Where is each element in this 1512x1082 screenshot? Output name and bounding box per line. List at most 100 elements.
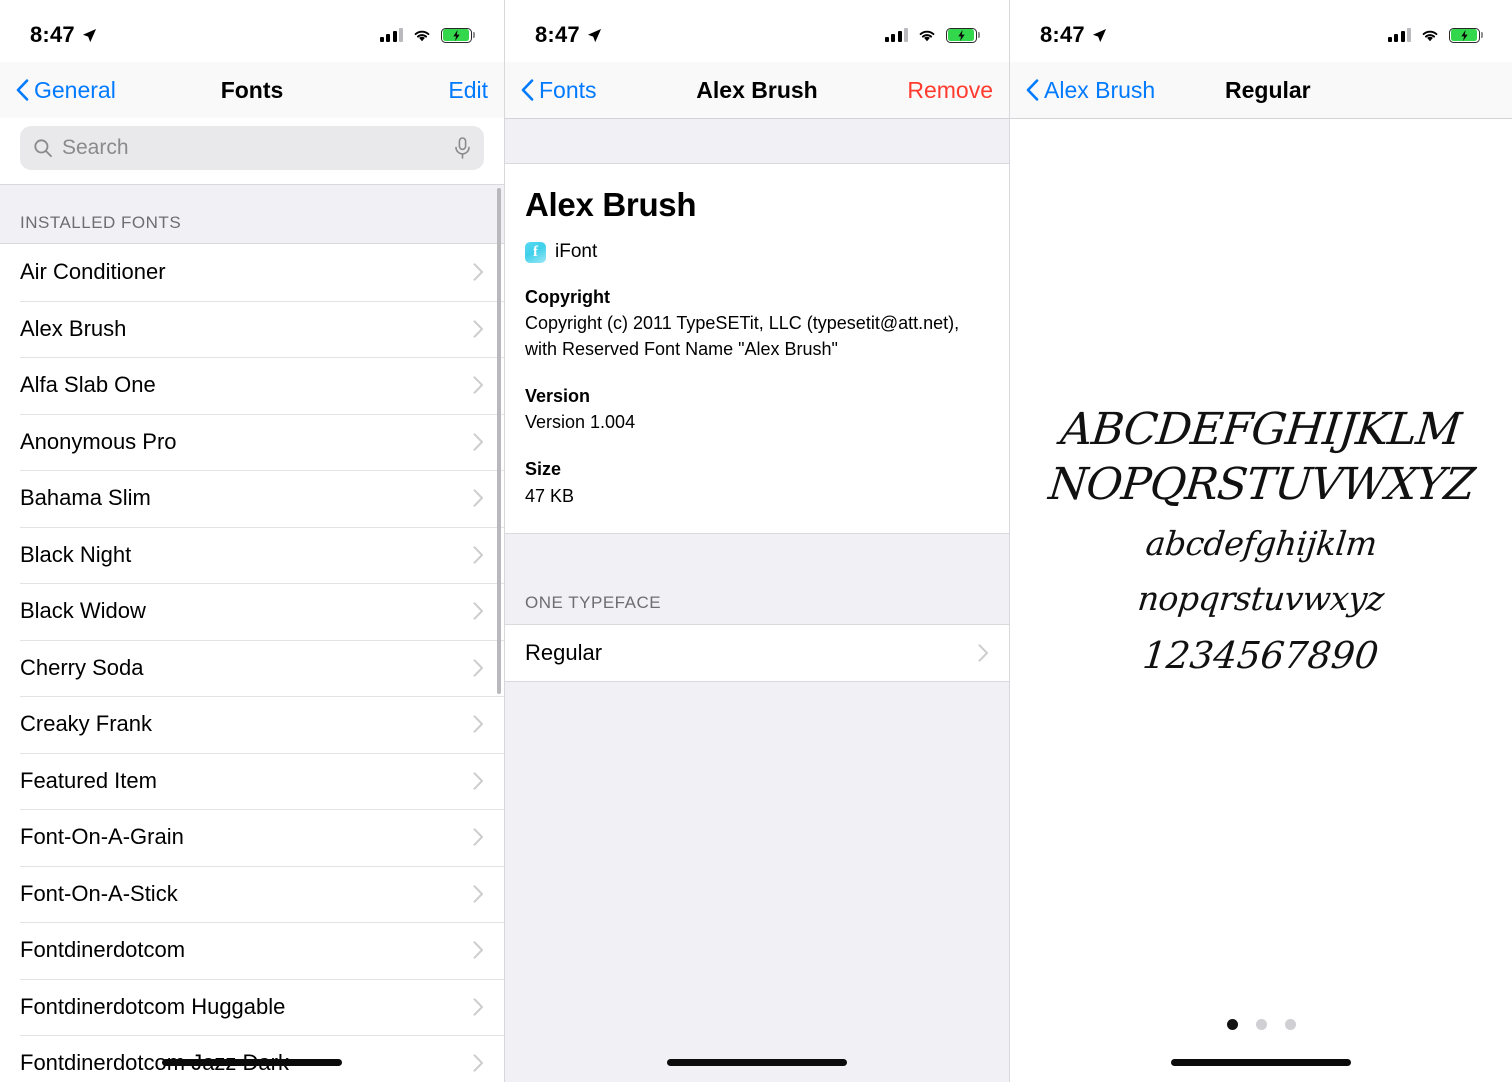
back-button-fonts[interactable]: Fonts — [521, 77, 597, 104]
back-button-general[interactable]: General — [16, 77, 116, 104]
chevron-right-icon — [473, 998, 483, 1016]
font-row-label: Alex Brush — [20, 315, 127, 341]
page-indicator-dots[interactable] — [1010, 1019, 1512, 1030]
list-item[interactable]: Alfa Slab One — [0, 357, 504, 414]
chevron-right-icon — [473, 263, 483, 281]
provider-row: f iFont — [525, 241, 989, 263]
font-row-label: Creaky Frank — [20, 711, 153, 737]
page-dot-3[interactable] — [1284, 1019, 1296, 1030]
list-item[interactable]: Bahama Slim — [0, 470, 504, 527]
battery-charging-icon — [1449, 27, 1484, 43]
wifi-icon — [414, 30, 430, 41]
font-row-label: Black Night — [20, 541, 132, 567]
chevron-right-icon — [473, 602, 483, 620]
provider-label: iFont — [555, 241, 598, 262]
font-info-card: Alex Brush f iFont Copyright Copyright (… — [505, 164, 1009, 533]
status-bar-left: 8:47 — [1040, 22, 1107, 48]
list-item[interactable]: Black Night — [0, 526, 504, 583]
search-input[interactable]: Search — [20, 126, 484, 170]
navigation-bar: Alex Brush Regular — [1010, 62, 1512, 118]
typeface-row-regular[interactable]: Regular — [505, 624, 1009, 682]
font-row-label: Cherry Soda — [20, 654, 144, 680]
magnifier-icon — [34, 139, 52, 157]
list-item[interactable]: Air Conditioner — [0, 244, 504, 301]
chevron-right-icon — [473, 941, 483, 959]
page-dot-2[interactable] — [1255, 1019, 1267, 1030]
chevron-right-icon — [473, 489, 483, 507]
typeface-section-header: ONE TYPEFACE — [505, 592, 1009, 625]
status-bar-right — [379, 27, 477, 43]
typeface-row-label: Regular — [525, 639, 603, 665]
status-bar-clock: 8:47 — [30, 22, 75, 47]
chevron-right-icon — [473, 546, 483, 564]
installed-fonts-list[interactable]: INSTALLED FONTS Air Conditioner Alex Bru… — [0, 184, 504, 1082]
page-dot-1[interactable] — [1226, 1019, 1238, 1030]
screen-font-detail: 8:47 Fonts Alex Brush Remove Alex Brush … — [504, 0, 1009, 1082]
location-arrow-icon — [82, 28, 96, 42]
specimen-lines: ABCDEFGHIJKLM NOPQRSTUVWXYZ abcdefghijkl… — [1046, 404, 1476, 677]
list-item[interactable]: Alex Brush — [0, 300, 504, 357]
home-indicator — [162, 1059, 342, 1066]
list-item[interactable]: Fontdinerdotcom Huggable — [0, 978, 504, 1035]
metadata-size: Size 47 KB — [525, 456, 989, 508]
chevron-right-icon — [473, 433, 483, 451]
installed-fonts-section-header: INSTALLED FONTS — [0, 184, 504, 244]
font-row-label: Font-On-A-Stick — [20, 880, 178, 906]
specimen-line-digits: 1234567890 — [1141, 634, 1381, 677]
back-button-alex-brush[interactable]: Alex Brush — [1026, 77, 1155, 104]
wifi-icon — [919, 30, 935, 41]
back-button-label: Alex Brush — [1044, 76, 1156, 103]
chevron-left-icon — [16, 79, 29, 101]
microphone-icon[interactable] — [454, 137, 471, 159]
chevron-right-icon — [473, 376, 483, 394]
location-arrow-icon — [587, 28, 601, 42]
chevron-right-icon — [473, 828, 483, 846]
specimen-line-lowercase-n-z: nopqrstuvwxyz — [1136, 579, 1386, 618]
list-item[interactable]: Font-On-A-Grain — [0, 809, 504, 866]
font-row-label: Featured Item — [20, 767, 157, 793]
font-row-label: Alfa Slab One — [20, 372, 156, 398]
search-placeholder: Search — [62, 136, 129, 159]
list-item[interactable]: Black Widow — [0, 583, 504, 640]
chevron-left-icon — [521, 79, 534, 101]
list-item[interactable]: Cherry Soda — [0, 639, 504, 696]
vertical-scrollbar[interactable] — [497, 188, 501, 694]
list-item[interactable]: Creaky Frank — [0, 696, 504, 753]
font-row-label: Anonymous Pro — [20, 428, 177, 454]
status-bar-left: 8:47 — [30, 22, 97, 48]
metadata-value: Copyright (c) 2011 TypeSETit, LLC (types… — [525, 313, 960, 360]
status-bar-clock: 8:47 — [535, 22, 580, 47]
edit-button[interactable]: Edit — [448, 77, 488, 104]
status-bar: 8:47 — [0, 0, 504, 62]
font-row-label: Fontdinerdotcom Huggable — [20, 993, 286, 1019]
chevron-right-icon — [473, 659, 483, 677]
home-indicator — [667, 1059, 847, 1066]
list-item[interactable]: Featured Item — [0, 752, 504, 809]
bottom-filler — [505, 681, 1009, 1082]
font-row-label: Air Conditioner — [20, 259, 166, 285]
font-row-label: Bahama Slim — [20, 485, 151, 511]
list-item[interactable]: Anonymous Pro — [0, 413, 504, 470]
list-item[interactable]: Font-On-A-Stick — [0, 865, 504, 922]
metadata-copyright: Copyright Copyright (c) 2011 TypeSETit, … — [525, 284, 989, 362]
screen-typeface-preview: 8:47 Alex Brush Regular ABCDEFGHIJKLM NO… — [1009, 0, 1512, 1082]
location-arrow-icon — [1092, 28, 1106, 42]
metadata-version: Version Version 1.004 — [525, 383, 989, 435]
cellular-signal-icon — [884, 28, 908, 42]
status-bar-clock: 8:47 — [1040, 22, 1085, 47]
list-item[interactable]: Fontdinerdotcom — [0, 922, 504, 979]
chevron-right-icon — [473, 1054, 483, 1072]
status-bar: 8:47 — [505, 0, 1009, 62]
remove-button[interactable]: Remove — [907, 77, 993, 104]
cellular-signal-icon — [1387, 28, 1411, 42]
chevron-left-icon — [1026, 79, 1039, 101]
metadata-key: Version — [525, 386, 591, 407]
page-title: Regular — [1225, 76, 1311, 103]
specimen-line-uppercase-a-m: ABCDEFGHIJKLM — [1058, 404, 1464, 455]
chevron-right-icon — [473, 715, 483, 733]
back-button-label: Fonts — [539, 76, 597, 103]
status-bar-left: 8:47 — [535, 22, 602, 48]
metadata-key: Size — [525, 459, 562, 480]
font-title: Alex Brush — [525, 186, 697, 223]
navigation-bar: General Fonts Edit — [0, 62, 504, 118]
